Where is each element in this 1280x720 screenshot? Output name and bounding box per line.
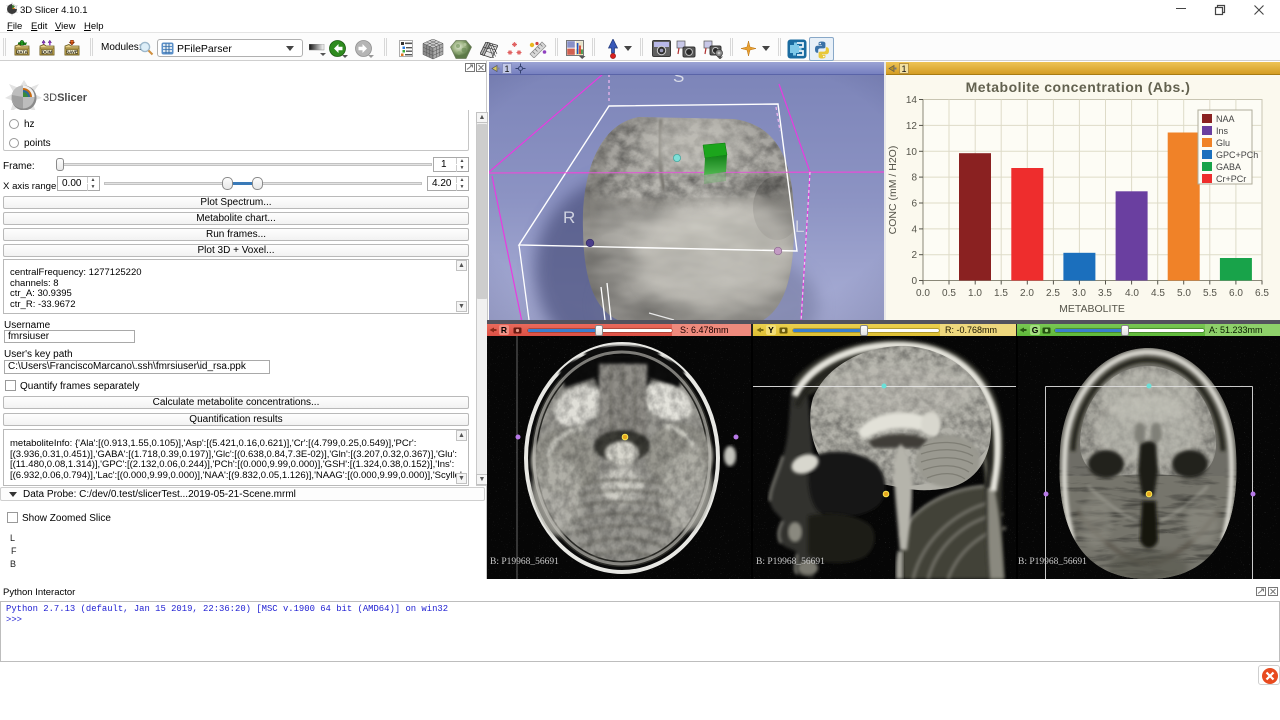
svg-text:B: P19968_56691: B: P19968_56691: [1018, 557, 1087, 567]
svg-text:0.0: 0.0: [916, 288, 930, 299]
svg-text:8: 8: [911, 173, 917, 184]
svg-text:L: L: [795, 217, 804, 236]
svg-text:1.5: 1.5: [994, 288, 1008, 299]
svg-text:2.0: 2.0: [1020, 288, 1034, 299]
svg-text:B: P19968_56691: B: P19968_56691: [756, 557, 825, 567]
svg-text:4: 4: [911, 224, 917, 235]
svg-text:Glu: Glu: [1216, 138, 1230, 148]
svg-text:Cr+PCr: Cr+PCr: [1216, 174, 1246, 184]
svg-text:METABOLITE: METABOLITE: [1059, 303, 1125, 315]
svg-text:1.0: 1.0: [968, 288, 982, 299]
svg-text:Metabolite concentration (Abs.: Metabolite concentration (Abs.): [966, 79, 1191, 95]
svg-text:2: 2: [911, 250, 917, 261]
svg-text:4.0: 4.0: [1125, 288, 1139, 299]
svg-text:NAA: NAA: [1216, 114, 1235, 124]
svg-text:3.0: 3.0: [1072, 288, 1086, 299]
svg-text:6: 6: [911, 199, 917, 210]
svg-text:0.5: 0.5: [942, 288, 956, 299]
svg-text:GPC+PCh: GPC+PCh: [1216, 150, 1258, 160]
svg-text:5.5: 5.5: [1203, 288, 1217, 299]
svg-text:3.5: 3.5: [1098, 288, 1112, 299]
svg-text:0: 0: [911, 276, 917, 287]
svg-text:14: 14: [906, 95, 918, 106]
svg-text:6.0: 6.0: [1229, 288, 1243, 299]
svg-text:6.5: 6.5: [1255, 288, 1269, 299]
svg-text:SAVE: SAVE: [66, 49, 78, 54]
svg-text:5.0: 5.0: [1177, 288, 1191, 299]
svg-text:R: R: [563, 208, 575, 227]
svg-text:2.5: 2.5: [1046, 288, 1060, 299]
svg-text:4.5: 4.5: [1151, 288, 1165, 299]
svg-text:GABA: GABA: [1216, 162, 1241, 172]
svg-text:10: 10: [906, 147, 918, 158]
svg-text:S: S: [673, 75, 684, 86]
svg-text:B: P19968_56691: B: P19968_56691: [490, 557, 559, 567]
svg-text:Ins: Ins: [1216, 126, 1229, 136]
svg-text:12: 12: [906, 121, 918, 132]
svg-text:DATA: DATA: [16, 49, 28, 54]
svg-text:CONC (mM / H2O): CONC (mM / H2O): [887, 146, 899, 235]
svg-text:DCM: DCM: [42, 49, 53, 54]
